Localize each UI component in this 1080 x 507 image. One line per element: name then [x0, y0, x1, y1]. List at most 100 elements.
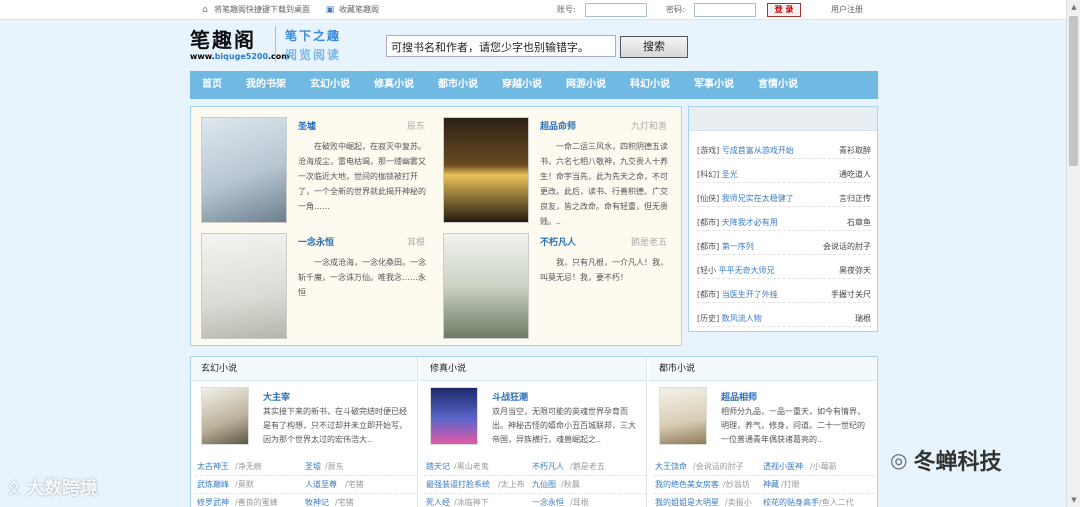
- link-author: /妙翁坊: [723, 480, 750, 489]
- ranking-book[interactable]: 第一序列: [722, 242, 754, 251]
- link-author: /耳根: [570, 498, 589, 507]
- watermark-left-text: 大数跨境: [26, 478, 98, 499]
- ranking-panel: [游戏] 亏成首富从游戏开始 青衫取醉 [科幻] 圣光 通吃道人 [仙侠] 我师兄实…: [688, 106, 878, 332]
- nav-dushi[interactable]: 都市小说: [426, 71, 490, 99]
- ranking-category: [游戏]: [697, 146, 720, 155]
- ranking-item[interactable]: [游戏] 亏成首富从游戏开始 青衫取醉: [697, 143, 871, 159]
- link-author: /净无痕: [235, 462, 262, 471]
- book-cover[interactable]: [443, 233, 529, 339]
- link-title[interactable]: 大王饶命: [655, 458, 687, 476]
- nav-home[interactable]: 首页: [190, 71, 234, 99]
- book-title[interactable]: 不朽凡人: [540, 235, 576, 248]
- register-link[interactable]: 用户注册: [831, 4, 863, 15]
- ranking-category: [都市]: [697, 290, 720, 299]
- ranking-book[interactable]: 我师兄实在太稳健了: [722, 194, 794, 203]
- ranking-category: [科幻]: [697, 170, 720, 179]
- nav-xiuzhen[interactable]: 修真小说: [362, 71, 426, 99]
- ranking-item[interactable]: [都市] 第一序列 会说话的肘子: [697, 239, 871, 255]
- link-author: /打眼: [781, 480, 800, 489]
- book-author: 辰东: [406, 122, 425, 132]
- category-book-cover[interactable]: [659, 387, 707, 445]
- category-heading: 都市小说: [649, 357, 876, 381]
- link-title[interactable]: 不朽凡人: [532, 458, 564, 476]
- ranking-item[interactable]: [都市] 天降我才必有用 石章鱼: [697, 215, 871, 231]
- url-brand: biquge5200: [214, 52, 269, 61]
- featured-book: 不朽凡人 鹅是老五 我，只有凡根，一介凡人！我，叫莫无忌！我，要不朽！: [435, 225, 675, 341]
- ranking-author: 黑夜弥天: [839, 266, 871, 275]
- book-cover[interactable]: [201, 117, 287, 223]
- category-section: 玄幻小说 大主宰 其实接下来的新书，在斗破完结时便已经是有了构想，只不过却并未立…: [190, 356, 878, 507]
- ranking-book[interactable]: 天降我才必有用: [722, 218, 778, 227]
- book-title[interactable]: 一念永恒: [298, 235, 334, 248]
- link-title[interactable]: 圣墟: [305, 458, 321, 476]
- link-title[interactable]: 九仙图: [532, 476, 556, 494]
- link-title[interactable]: 一念永恒: [532, 494, 564, 507]
- book-title[interactable]: 超品命师: [540, 119, 576, 132]
- nav-kehuan[interactable]: 科幻小说: [618, 71, 682, 99]
- login-button[interactable]: 登 录: [767, 3, 801, 17]
- account-label: 账号:: [557, 5, 576, 14]
- link-author: /会说话的肘子: [693, 462, 744, 471]
- nav-junshi[interactable]: 军事小说: [682, 71, 746, 99]
- link-title[interactable]: 踏天记: [426, 458, 450, 476]
- link-title[interactable]: 透视小医神: [763, 458, 803, 476]
- account-input[interactable]: [585, 3, 647, 17]
- nav-xuanhuan[interactable]: 玄幻小说: [298, 71, 362, 99]
- category-column: 修真小说 斗战狂潮 双月当空，无限可能的英魂世界孕育而出。神秘古怪的嬉命小丑百城…: [420, 357, 647, 507]
- bookmark-desktop-link[interactable]: ⌂ 将笔趣阁快捷键下载到桌面: [200, 4, 310, 15]
- slogan-line2: 阅览阅读: [285, 48, 342, 62]
- search-button[interactable]: 搜索: [620, 36, 688, 58]
- ranking-item[interactable]: [历史] 数风流人物 瑞根: [697, 311, 871, 327]
- link-title[interactable]: 校花的贴身高手: [763, 494, 819, 507]
- book-title[interactable]: 圣墟: [298, 119, 316, 132]
- ranking-item[interactable]: [科幻] 圣光 通吃道人: [697, 167, 871, 183]
- nav-chuanyue[interactable]: 穿越小说: [490, 71, 554, 99]
- book-cover[interactable]: [201, 233, 287, 339]
- nav-wangyou[interactable]: 网游小说: [554, 71, 618, 99]
- book-desc: 我，只有凡根，一介凡人！我，叫莫无忌！我，要不朽！: [540, 258, 668, 282]
- page-scrollbar[interactable]: ▲ ▼: [1066, 0, 1080, 507]
- link-title[interactable]: 神藏: [763, 476, 779, 494]
- favorite-link[interactable]: ▣ 收藏笔趣阁: [325, 4, 379, 15]
- scroll-up-icon[interactable]: ▲: [1067, 0, 1080, 14]
- ranking-book[interactable]: 平平无奇大师兄: [719, 266, 775, 275]
- site-logo[interactable]: 笔趣阁: [190, 24, 256, 53]
- home-icon: ⌂: [202, 4, 208, 15]
- link-title[interactable]: 我的姐姐是大明星: [655, 494, 719, 507]
- book-cover[interactable]: [443, 117, 529, 223]
- nav-yanqing[interactable]: 言情小说: [746, 71, 810, 99]
- link-title[interactable]: 我的绝色美女房客: [655, 476, 719, 494]
- category-book-cover[interactable]: [201, 387, 249, 445]
- link-title[interactable]: 修罗武神: [197, 494, 229, 507]
- ranking-book[interactable]: 当医生开了外挂: [722, 290, 778, 299]
- scroll-thumb[interactable]: [1069, 16, 1078, 166]
- password-label: 密码:: [666, 5, 685, 14]
- ranking-item[interactable]: [轻小 平平无奇大师兄 黑夜弥天: [697, 263, 871, 279]
- url-prefix: www.: [190, 52, 215, 61]
- category-book-title[interactable]: 大主宰: [263, 390, 290, 403]
- category-column: 玄幻小说 大主宰 其实接下来的新书，在斗破完结时便已经是有了构想，只不过却并未立…: [191, 357, 418, 507]
- nav-bookshelf[interactable]: 我的书架: [234, 71, 298, 99]
- ranking-item[interactable]: [仙侠] 我师兄实在太稳健了 言归正传: [697, 191, 871, 207]
- featured-book: 圣墟 辰东 在破败中崛起，在寂灭中复苏。沧海成尘，雷电枯竭，那一缕幽雾又一次临近…: [193, 109, 433, 225]
- password-input[interactable]: [694, 3, 756, 17]
- link-title[interactable]: 死人经: [426, 494, 450, 507]
- link-author: /秋晨: [561, 480, 580, 489]
- link-title[interactable]: 太古神王: [197, 458, 229, 476]
- category-book-title[interactable]: 斗战狂潮: [492, 390, 528, 403]
- list-item: 修罗武神/善良的蜜蜂 牧神记/宅猪: [195, 494, 417, 507]
- category-book-title[interactable]: 超品相师: [721, 390, 757, 403]
- ranking-author: 通吃道人: [839, 170, 871, 179]
- link-title[interactable]: 牧神记: [305, 494, 329, 507]
- link-title[interactable]: 人道至尊: [305, 476, 337, 494]
- main-nav: 首页 我的书架 玄幻小说 修真小说 都市小说 穿越小说 网游小说 科幻小说 军事…: [190, 71, 878, 99]
- scroll-down-icon[interactable]: ▼: [1067, 493, 1080, 507]
- link-title[interactable]: 武炼巅峰: [197, 476, 229, 494]
- ranking-book[interactable]: 亏成首富从游戏开始: [722, 146, 794, 155]
- link-title[interactable]: 最强装逼打脸系统: [426, 476, 490, 494]
- ranking-book[interactable]: 圣光: [722, 170, 738, 179]
- category-book-cover[interactable]: [430, 387, 478, 445]
- ranking-item[interactable]: [都市] 当医生开了外挂 手握寸关尺: [697, 287, 871, 303]
- ranking-book[interactable]: 数风流人物: [722, 314, 762, 323]
- search-input[interactable]: 可搜书名和作者，请您少字也别输错字。: [386, 35, 616, 57]
